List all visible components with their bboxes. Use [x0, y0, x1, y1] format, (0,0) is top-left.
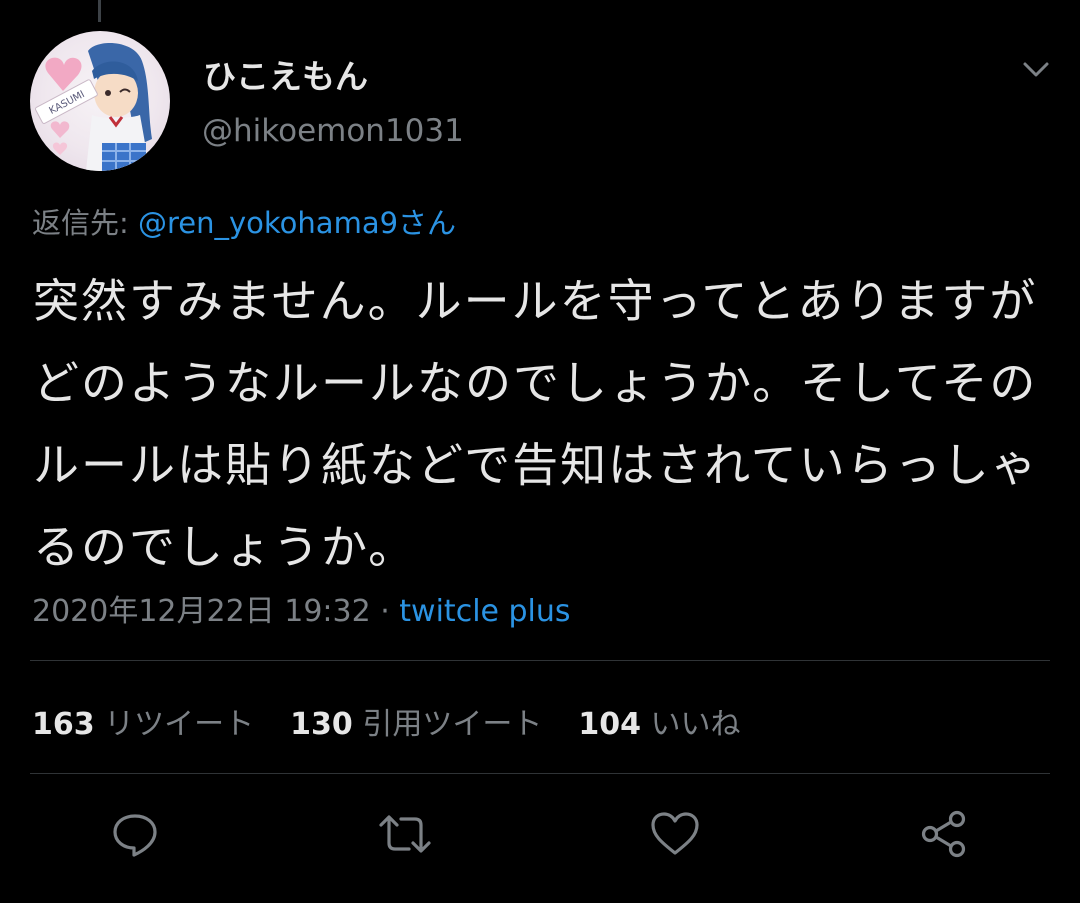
- avatar[interactable]: KASUMI: [30, 31, 170, 171]
- divider: [30, 773, 1050, 774]
- reply-button[interactable]: [107, 806, 163, 862]
- like-button[interactable]: [647, 806, 703, 862]
- quotes-label: 引用ツイート: [362, 707, 543, 742]
- quotes-count: 130: [290, 707, 353, 742]
- reply-prefix: 返信先:: [32, 206, 138, 240]
- client-link[interactable]: twitcle plus: [399, 594, 570, 629]
- reply-mention-link[interactable]: @ren_yokohama9さん: [138, 206, 456, 240]
- likes-count: 104: [578, 707, 641, 742]
- display-name[interactable]: ひこえもん: [203, 50, 368, 98]
- retweet-icon: [379, 815, 431, 853]
- share-button[interactable]: [916, 806, 972, 862]
- timestamp[interactable]: 2020年12月22日 19:32 ·: [32, 594, 399, 629]
- tweet-text: 突然すみません。ルールを守ってとありますがどのようなルールなのでしょうか。そして…: [33, 274, 1039, 574]
- tweet-meta: 2020年12月22日 19:32 · twitcle plus: [32, 586, 571, 630]
- reply-to-line: 返信先: @ren_yokohama9さん: [32, 200, 456, 242]
- avatar-illustration: KASUMI: [35, 42, 152, 171]
- retweets-count: 163: [32, 707, 95, 742]
- quotes-stat[interactable]: 130 引用ツイート: [290, 707, 542, 742]
- engagement-stats: 163 リツイート 130 引用ツイート 104 いいね: [32, 699, 741, 743]
- retweets-stat[interactable]: 163 リツイート: [32, 707, 254, 742]
- like-icon: [651, 812, 699, 855]
- likes-label: いいね: [650, 707, 741, 742]
- chevron-down-icon[interactable]: [1016, 56, 1056, 84]
- retweets-label: リツイート: [104, 707, 255, 742]
- retweet-button[interactable]: [377, 806, 433, 862]
- likes-stat[interactable]: 104 いいね: [578, 707, 740, 742]
- thread-line: [98, 0, 101, 22]
- user-handle[interactable]: @hikoemon1031: [202, 113, 464, 149]
- reply-icon: [113, 814, 157, 857]
- divider: [30, 660, 1050, 661]
- share-icon: [921, 810, 966, 858]
